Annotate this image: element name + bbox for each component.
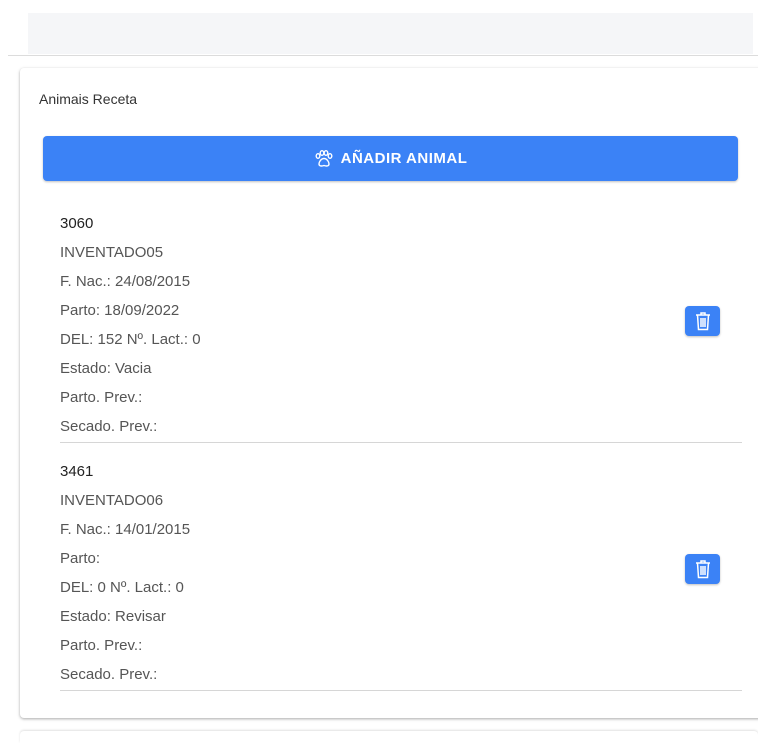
animal-birth-date: F. Nac.: 14/01/2015 — [60, 521, 191, 538]
animal-parto: Parto: 18/09/2022 — [60, 302, 180, 319]
animal-secado-prev: Secado. Prev.: — [60, 666, 158, 683]
animal-secado-prev: Secado. Prev.: — [60, 418, 158, 435]
top-toolbar — [28, 13, 753, 54]
animal-parto-prev: Parto. Prev.: — [60, 389, 143, 406]
animals-card: Animais Receta AÑADIR ANIMAL 3060 INVENT… — [20, 68, 758, 718]
item-divider — [60, 690, 742, 691]
animal-estado: Estado: Revisar — [60, 608, 166, 625]
animal-parto: Parto: — [60, 550, 101, 567]
animal-del-lact: DEL: 0 Nº. Lact.: 0 — [60, 579, 184, 596]
animal-name: INVENTADO05 — [60, 244, 164, 261]
animal-name: INVENTADO06 — [60, 492, 164, 509]
animal-parto-prev: Parto. Prev.: — [60, 637, 143, 654]
animal-estado: Estado: Vacia — [60, 360, 152, 377]
item-divider — [60, 442, 742, 443]
add-animal-label: AÑADIR ANIMAL — [340, 150, 468, 167]
trash-icon — [695, 312, 710, 331]
animal-list-item: 3461 INVENTADO06 F. Nac.: 14/01/2015 Par… — [60, 457, 742, 692]
card-title: Animais Receta — [39, 91, 138, 107]
add-animal-button[interactable]: AÑADIR ANIMAL — [43, 136, 738, 181]
animal-id: 3060 — [60, 215, 94, 232]
paw-icon — [314, 149, 334, 168]
animal-list-item: 3060 INVENTADO05 F. Nac.: 24/08/2015 Par… — [60, 209, 742, 444]
trash-icon — [695, 560, 710, 579]
delete-animal-button[interactable] — [685, 306, 720, 336]
animal-id: 3461 — [60, 463, 94, 480]
next-card-edge — [20, 731, 758, 743]
animal-del-lact: DEL: 152 Nº. Lact.: 0 — [60, 331, 201, 348]
delete-animal-button[interactable] — [685, 554, 720, 584]
top-divider — [8, 55, 758, 56]
animal-birth-date: F. Nac.: 24/08/2015 — [60, 273, 191, 290]
